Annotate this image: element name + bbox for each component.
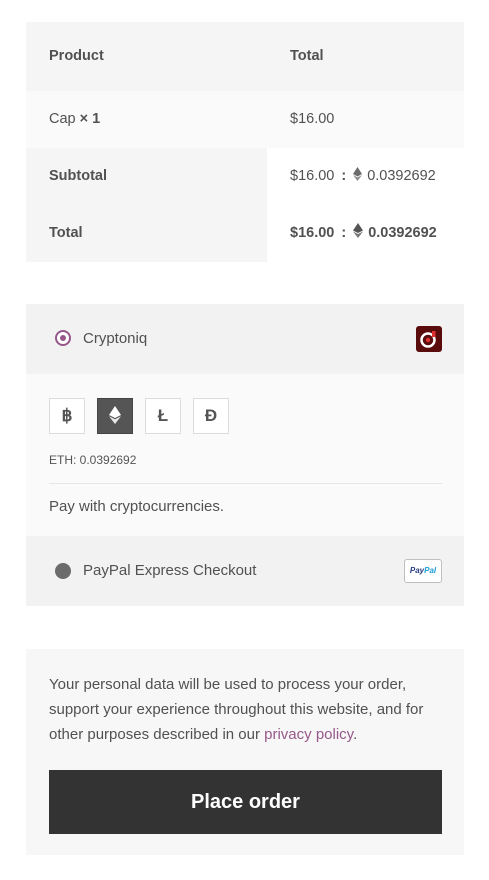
subtotal-fiat: $16.00 <box>290 168 335 184</box>
ethereum-icon[interactable] <box>97 398 133 434</box>
cryptoniq-radio[interactable] <box>55 330 71 346</box>
subtotal-label: Subtotal <box>49 168 107 184</box>
product-total: $16.00 <box>290 111 335 127</box>
total-value: $16.00: 0.0392692 <box>290 205 437 262</box>
product-quantity: × 1 <box>79 111 101 127</box>
product-cell: Cap × 1 <box>49 91 100 148</box>
table-row: Cap × 1 $16.00 <box>26 91 464 148</box>
total-label: Total <box>49 225 83 241</box>
total-row: Total $16.00: 0.0392692 <box>26 205 464 262</box>
privacy-notice: Your personal data will be used to proce… <box>49 672 444 747</box>
privacy-notice-end: . <box>353 726 358 743</box>
bitcoin-icon[interactable]: ฿ <box>49 398 85 434</box>
ethereum-icon <box>353 223 364 238</box>
total-column-header: Total <box>290 48 324 64</box>
separator: : <box>341 225 347 241</box>
payment-method-cryptoniq[interactable]: Cryptoniq <box>26 304 464 374</box>
payment-method-paypal[interactable]: PayPal Express Checkout PayPal <box>26 536 464 606</box>
subtotal-value: $16.00: 0.0392692 <box>290 148 436 205</box>
paypal-label[interactable]: PayPal Express Checkout <box>83 536 256 606</box>
ethereum-icon <box>353 167 363 181</box>
privacy-notice-text: Your personal data will be used to proce… <box>49 676 424 743</box>
place-order-section: Your personal data will be used to proce… <box>26 649 464 855</box>
product-name: Cap <box>49 111 76 127</box>
product-column-header: Product <box>49 48 104 64</box>
dogecoin-icon[interactable]: Đ <box>193 398 229 434</box>
divider <box>49 483 442 484</box>
total-crypto: 0.0392692 <box>368 225 437 241</box>
table-header-row: Product Total <box>26 22 464 91</box>
cryptoniq-logo-icon <box>416 326 442 352</box>
subtotal-row: Subtotal $16.00: 0.0392692 <box>26 148 464 205</box>
subtotal-crypto: 0.0392692 <box>367 168 436 184</box>
crypto-amount: ETH: 0.0392692 <box>49 453 137 467</box>
cryptoniq-label[interactable]: Cryptoniq <box>83 304 147 374</box>
place-order-button[interactable]: Place order <box>49 770 442 834</box>
total-fiat: $16.00 <box>290 225 335 241</box>
payment-methods: Cryptoniq ฿ Ł Đ ETH: 0.0392692 Pay with … <box>26 304 464 606</box>
separator: : <box>341 168 347 184</box>
order-review-table: Product Total Cap × 1 $16.00 Subtotal $16… <box>26 22 464 262</box>
privacy-policy-link[interactable]: privacy policy <box>264 726 353 743</box>
paypal-radio[interactable] <box>55 563 71 579</box>
cryptoniq-description: Pay with cryptocurrencies. <box>49 498 225 515</box>
litecoin-icon[interactable]: Ł <box>145 398 181 434</box>
paypal-logo-icon: PayPal <box>404 559 442 583</box>
cryptoniq-panel: ฿ Ł Đ ETH: 0.0392692 Pay with cryptocurr… <box>26 374 464 536</box>
